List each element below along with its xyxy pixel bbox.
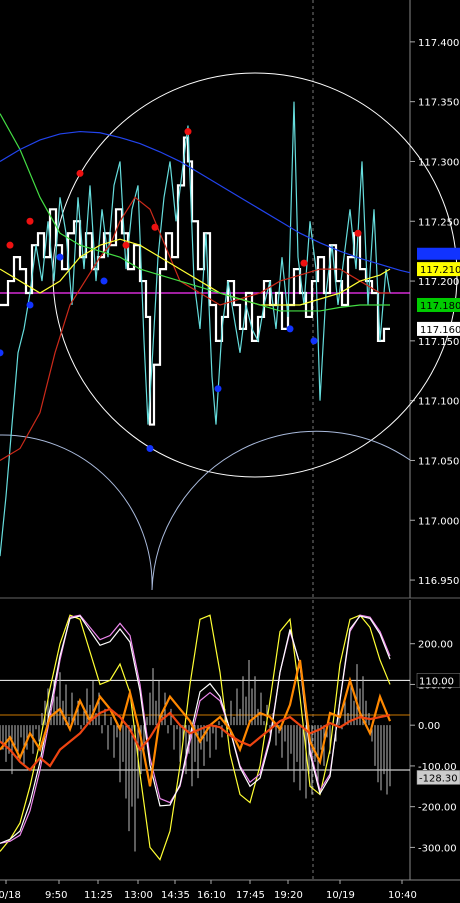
price-panel: 117.400 117.350 117.300 117.250 117.200 117.1…: [0, 0, 460, 880]
osc-tick-label: 200.00: [418, 640, 453, 651]
price-tick-label: 117.200: [418, 277, 459, 288]
annotation-arcs: [0, 430, 411, 591]
price-tick-label: 117.100: [418, 397, 459, 408]
blue-signal-dot: [310, 337, 318, 345]
osc-tick-label: -300.00: [418, 843, 457, 854]
time-tick-label: 16:10: [197, 890, 226, 901]
blue-signal-dot: [56, 253, 64, 261]
blue-price-badge: [417, 247, 460, 260]
time-tick-label: 10/18: [0, 890, 21, 901]
price-badge-label: 117.210: [420, 265, 460, 276]
red-signal-dot: [6, 241, 14, 249]
blue-signal-dot: [0, 349, 4, 357]
time-tick-label: 9:50: [45, 890, 67, 901]
price-badge-label: 117.180: [420, 301, 460, 312]
price-tick-label: 117.300: [418, 157, 459, 168]
red-signal-dot: [300, 259, 308, 267]
annotation-circle: [52, 72, 458, 478]
price-tick-label: 117.250: [418, 217, 459, 228]
osc-tick-label: -200.00: [418, 803, 457, 814]
time-tick-label: 11:25: [84, 890, 113, 901]
chart-canvas: 117.400 117.350 117.300 117.250 117.200 117.1…: [0, 0, 460, 901]
osc-badge-label: 110.00: [419, 676, 454, 687]
osc-badge-label: -128.30: [419, 773, 458, 784]
price-tick-label: 117.350: [418, 98, 459, 109]
time-tick-label: 10:40: [388, 890, 417, 901]
red-signal-dot: [354, 229, 362, 237]
time-tick-label: 13:00: [124, 890, 153, 901]
price-badge-label: 117.160: [420, 325, 460, 336]
red-signal-dot: [26, 217, 34, 225]
time-tick-label: 17:45: [236, 890, 265, 901]
time-tick-label: 19:20: [274, 890, 303, 901]
blue-signal-dot: [26, 301, 34, 309]
price-tick-label: 117.000: [418, 516, 459, 527]
blue-signal-dot: [286, 325, 294, 333]
price-tick-label: 116.950: [418, 576, 459, 587]
oscillator-panel: 200.00100.000.00-100.00-200.00-300.00110…: [0, 600, 460, 880]
price-series-line-0: [0, 136, 390, 426]
blue-signal-dot: [146, 445, 154, 452]
red-signal-dot: [76, 169, 84, 177]
red-signal-dot: [184, 128, 192, 136]
time-tick-label: 14:35: [161, 890, 190, 901]
time-axis: 10/18 9:50 11:25 13:00 14:35 16:10 17:45 19:20 1…: [0, 879, 460, 901]
red-signal-dot: [122, 241, 130, 249]
osc-tick-label: 0.00: [418, 721, 440, 732]
time-tick-label: 10/19: [326, 890, 355, 901]
red-signal-dot: [151, 223, 159, 231]
price-tick-label: 117.050: [418, 456, 459, 467]
blue-signal-dot: [100, 277, 108, 285]
price-tick-label: 117.400: [418, 38, 459, 49]
price-series-line-2: [0, 196, 390, 461]
blue-signal-dot: [214, 385, 222, 393]
price-tick-label: 117.150: [418, 337, 459, 348]
